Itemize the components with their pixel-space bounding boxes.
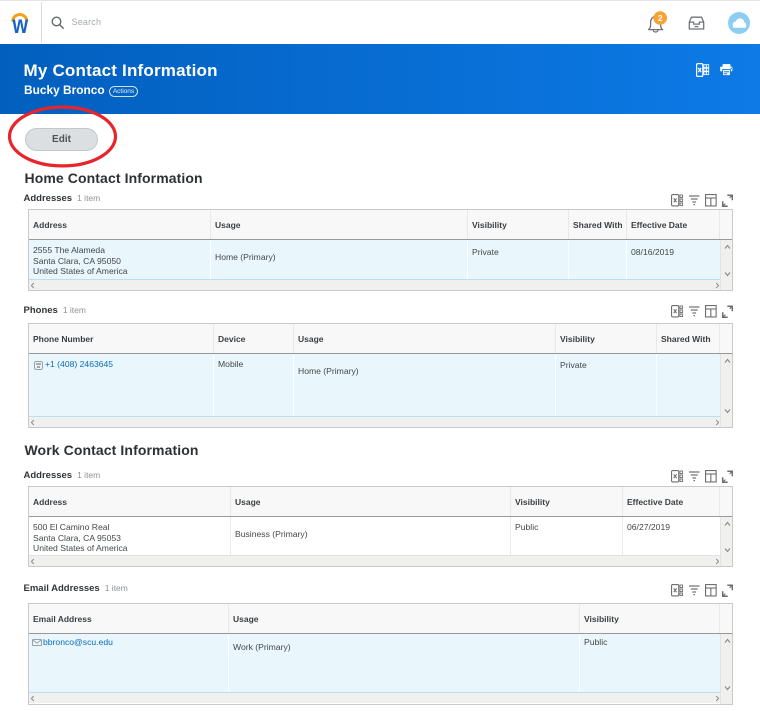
svg-text:2: 2: [658, 13, 663, 23]
svg-text:w: w: [12, 11, 29, 35]
